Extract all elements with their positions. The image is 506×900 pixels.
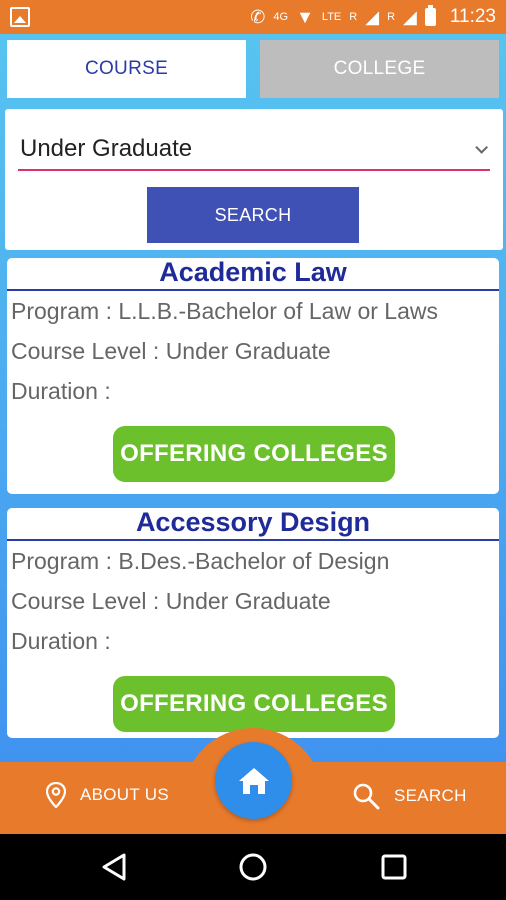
battery-icon xyxy=(424,5,436,26)
course-card: Accessory Design Program : B.Des.-Bachel… xyxy=(7,508,499,738)
network-4g-label: 4G xyxy=(273,11,289,23)
lte-label: LTE xyxy=(321,11,342,23)
call-icon: ✆ xyxy=(250,7,266,27)
course-duration: Duration : xyxy=(11,378,111,404)
tab-bar: COURSE COLLEGE xyxy=(7,40,499,98)
home-icon xyxy=(238,767,269,794)
app-content: COURSE COLLEGE Under Graduate SEARCH Aca… xyxy=(0,34,506,834)
offering-colleges-button[interactable]: OFFERING COLLEGES xyxy=(113,676,395,732)
status-icons: ✆ 4G ▼ LTE R ◢ R ◢ 11:23 xyxy=(250,5,496,28)
course-level-select[interactable]: Under Graduate xyxy=(18,129,490,171)
nav-search-label: SEARCH xyxy=(394,786,467,805)
course-level: Course Level : Under Graduate xyxy=(11,588,331,614)
home-circle-icon[interactable] xyxy=(238,852,268,882)
image-notification-icon xyxy=(10,7,30,27)
bottom-navigation: ABOUT US SEARCH xyxy=(0,728,506,834)
course-title: Accessory Design xyxy=(7,508,499,541)
recents-icon[interactable] xyxy=(380,852,408,882)
status-bar: ✆ 4G ▼ LTE R ◢ R ◢ 11:23 xyxy=(0,0,506,34)
course-card: Academic Law Program : L.L.B.-Bachelor o… xyxy=(7,258,499,494)
course-duration: Duration : xyxy=(11,628,111,654)
chevron-down-icon xyxy=(475,140,488,154)
search-card: Under Graduate SEARCH xyxy=(5,109,503,250)
home-button[interactable] xyxy=(215,742,292,819)
search-icon xyxy=(353,783,380,810)
wifi-icon: ▼ xyxy=(296,7,314,27)
nav-search[interactable]: SEARCH xyxy=(352,782,467,810)
course-title: Academic Law xyxy=(7,258,499,291)
signal-icon-1: ◢ xyxy=(365,7,380,27)
nav-about-label: ABOUT US xyxy=(80,785,169,804)
location-pin-icon xyxy=(46,782,66,808)
search-button[interactable]: SEARCH xyxy=(147,187,359,243)
roaming-label-1: R xyxy=(349,11,358,23)
clock: 11:23 xyxy=(449,6,496,27)
tab-college[interactable]: COLLEGE xyxy=(260,40,499,98)
course-level: Course Level : Under Graduate xyxy=(11,338,331,364)
roaming-label-2: R xyxy=(387,11,396,23)
signal-icon-2: ◢ xyxy=(403,7,417,27)
system-navigation-bar xyxy=(0,834,506,900)
course-program: Program : B.Des.-Bachelor of Design xyxy=(11,548,390,574)
offering-colleges-button[interactable]: OFFERING COLLEGES xyxy=(113,426,395,482)
tab-course[interactable]: COURSE xyxy=(7,40,246,98)
nav-about-us[interactable]: ABOUT US xyxy=(46,782,169,808)
select-value: Under Graduate xyxy=(20,135,193,162)
back-icon[interactable] xyxy=(100,852,128,882)
course-program: Program : L.L.B.-Bachelor of Law or Laws xyxy=(11,298,438,324)
